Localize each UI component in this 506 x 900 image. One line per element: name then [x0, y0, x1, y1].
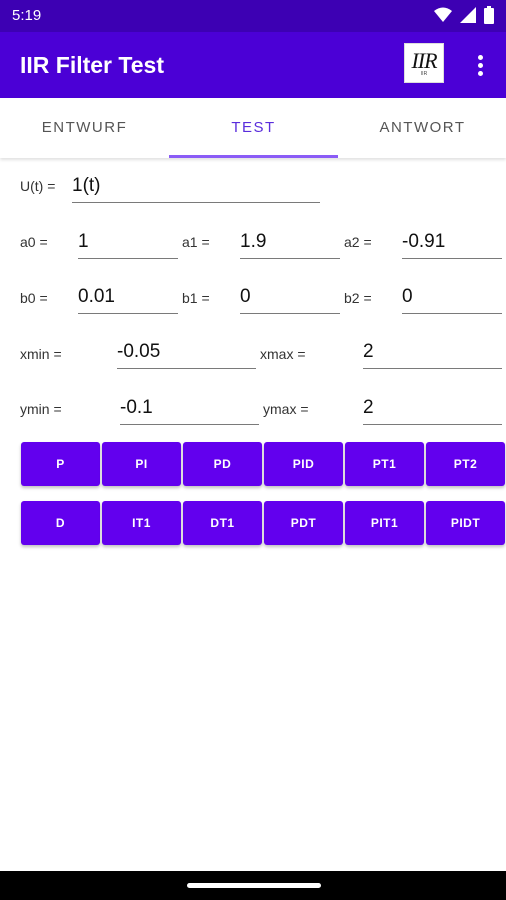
b1-input[interactable]: 0	[240, 284, 340, 314]
tab-test[interactable]: TEST	[169, 98, 338, 158]
a0-label: a0 =	[20, 234, 48, 250]
wifi-icon	[434, 7, 452, 28]
overflow-menu-icon[interactable]	[470, 50, 490, 80]
status-time: 5:19	[12, 7, 42, 24]
logo-caption: IIR	[420, 70, 428, 77]
a1-label: a1 =	[182, 234, 210, 250]
tab-bar: ENTWURF TEST ANTWORT	[0, 98, 506, 158]
b0-input[interactable]: 0.01	[78, 284, 178, 314]
system-nav-bar	[0, 871, 506, 900]
a2-input[interactable]: -0.91	[402, 229, 502, 259]
b2-label: b2 =	[344, 290, 372, 306]
tab-indicator	[169, 155, 338, 158]
dt1-button[interactable]: DT1	[183, 501, 262, 545]
b1-label: b1 =	[182, 290, 210, 306]
a0-input[interactable]: 1	[78, 229, 178, 259]
pd-button[interactable]: PD	[183, 442, 262, 486]
xmin-label: xmin =	[20, 346, 62, 362]
ymax-input[interactable]: 2	[363, 395, 502, 425]
app-logo[interactable]: IIR IIR	[404, 43, 444, 83]
logo-text: IIR	[411, 47, 437, 73]
pt2-button[interactable]: PT2	[426, 442, 505, 486]
xmax-label: xmax =	[260, 346, 306, 362]
a1-input[interactable]: 1.9	[240, 229, 340, 259]
pi-button[interactable]: PI	[102, 442, 181, 486]
a2-label: a2 =	[344, 234, 372, 250]
pdt-button[interactable]: PDT	[264, 501, 343, 545]
ymin-label: ymin =	[20, 401, 62, 417]
status-bar: 5:19	[0, 0, 506, 32]
p-button[interactable]: P	[21, 442, 100, 486]
ymax-label: ymax =	[263, 401, 309, 417]
b0-label: b0 =	[20, 290, 48, 306]
app-bar: IIR Filter Test IIR IIR	[0, 32, 506, 98]
it1-button[interactable]: IT1	[102, 501, 181, 545]
pidt-button[interactable]: PIDT	[426, 501, 505, 545]
ymin-input[interactable]: -0.1	[120, 395, 259, 425]
pt1-button[interactable]: PT1	[345, 442, 424, 486]
tab-antwort[interactable]: ANTWORT	[338, 98, 506, 158]
pid-button[interactable]: PID	[264, 442, 343, 486]
d-button[interactable]: D	[21, 501, 100, 545]
status-icons	[434, 6, 494, 29]
xmax-input[interactable]: 2	[363, 339, 502, 369]
xmin-input[interactable]: -0.05	[117, 339, 256, 369]
pit1-button[interactable]: PIT1	[345, 501, 424, 545]
home-gesture-handle[interactable]	[187, 883, 321, 888]
tab-entwurf[interactable]: ENTWURF	[0, 98, 169, 158]
signal-icon	[460, 7, 476, 28]
u-label: U(t) =	[20, 178, 56, 194]
b2-input[interactable]: 0	[402, 284, 502, 314]
app-title: IIR Filter Test	[20, 52, 164, 78]
battery-icon	[484, 6, 494, 29]
u-input[interactable]: 1(t)	[72, 173, 320, 203]
